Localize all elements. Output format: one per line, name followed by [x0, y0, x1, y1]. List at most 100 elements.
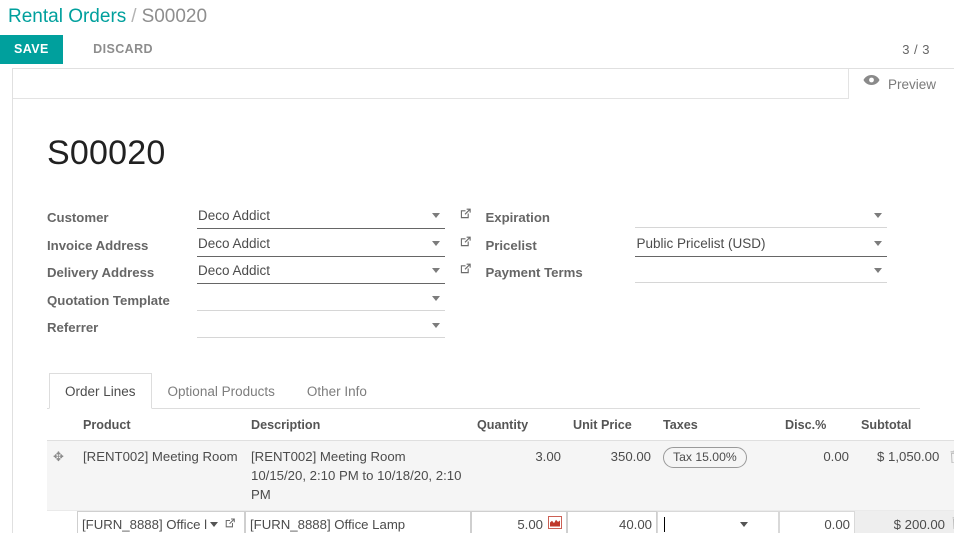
row-drag-handle-cell[interactable]: ✥ — [47, 440, 77, 511]
field-referrer: Referrer — [47, 315, 483, 343]
chevron-down-icon[interactable] — [874, 240, 883, 246]
field-payment-terms-label: Payment Terms — [485, 265, 583, 280]
breadcrumb-separator: / — [131, 6, 137, 27]
column-discount: Disc.% — [779, 408, 855, 441]
row-product-cell[interactable]: [FURN_8888] Office l — [77, 509, 245, 533]
chevron-down-icon[interactable] — [432, 323, 440, 328]
row-product-value: [FURN_8888] Office l — [82, 517, 208, 532]
external-link-icon[interactable] — [459, 207, 472, 225]
control-panel: SAVE DISCARD 3 / 3 — [0, 29, 954, 67]
tab-other-info[interactable]: Other Info — [291, 373, 383, 409]
row-taxes-input[interactable] — [657, 510, 779, 533]
field-payment-terms-input[interactable] — [635, 260, 888, 283]
chevron-down-icon[interactable] — [432, 268, 440, 273]
row-discount-value: 0.00 — [824, 517, 850, 532]
column-product: Product — [77, 408, 245, 441]
row-quantity-cell[interactable]: 5.00 — [471, 509, 567, 533]
external-link-icon[interactable] — [224, 515, 236, 533]
row-quantity[interactable]: 3.00 — [471, 440, 567, 511]
row-unit-price-cell[interactable]: 40.00 — [567, 509, 657, 533]
field-quotation-template-input[interactable] — [197, 288, 445, 311]
breadcrumb: Rental Orders / S00020 — [0, 0, 954, 29]
drag-handle-icon[interactable]: ✥ — [53, 447, 64, 466]
eye-icon — [863, 74, 880, 86]
chevron-down-icon[interactable] — [874, 268, 883, 273]
table-row[interactable]: ✥ [RENT002] Meeting Room [RENT002] Meeti… — [47, 440, 954, 511]
chevron-down-icon[interactable] — [210, 522, 219, 527]
row-taxes[interactable]: Tax 15.00% — [657, 440, 779, 511]
notebook-tabs: Order Lines Optional Products Other Info — [47, 372, 920, 409]
row-subtotal-cell: $ 1,050.00 — [855, 440, 954, 511]
save-button[interactable]: SAVE — [0, 35, 63, 64]
tab-order-lines[interactable]: Order Lines — [49, 372, 152, 409]
forecast-chart-icon[interactable] — [548, 515, 562, 533]
row-discount-cell[interactable]: 0.00 — [779, 509, 855, 533]
row-product-input[interactable]: [FURN_8888] Office l — [77, 510, 245, 533]
form-column-right: Expiration Pricelist Public Pricelist (U… — [483, 205, 920, 343]
row-description-input[interactable]: [FURN_8888] Office Lamp — [245, 510, 471, 533]
field-delivery-address-label: Delivery Address — [47, 265, 155, 280]
chevron-down-icon[interactable] — [432, 240, 440, 246]
field-delivery-address-input[interactable]: Deco Addict — [197, 260, 445, 284]
trash-icon[interactable] — [950, 449, 954, 468]
field-invoice-address-input[interactable]: Deco Addict — [197, 233, 445, 257]
row-quantity-value: 5.00 — [517, 517, 543, 532]
row-description-cell[interactable]: [FURN_8888] Office Lamp — [245, 509, 471, 533]
external-link-icon[interactable] — [459, 262, 472, 280]
column-quantity: Quantity — [471, 408, 567, 441]
field-customer: Customer Deco Addict — [47, 205, 483, 233]
notebook: Order Lines Optional Products Other Info… — [47, 372, 954, 533]
field-quotation-template-label: Quotation Template — [47, 292, 170, 308]
discard-button[interactable]: DISCARD — [81, 35, 165, 64]
field-quotation-template: Quotation Template — [47, 288, 483, 316]
field-customer-input[interactable]: Deco Addict — [197, 205, 445, 229]
breadcrumb-root-link[interactable]: Rental Orders — [8, 6, 126, 27]
chevron-down-icon[interactable] — [432, 213, 440, 218]
form-statusbar: Preview — [13, 69, 954, 99]
row-unit-price-value: 40.00 — [618, 517, 652, 532]
row-subtotal-readonly: $ 200.00 — [855, 510, 954, 533]
form-grid: Customer Deco Addict Invoice Address Dec… — [47, 205, 920, 343]
row-description-value: [FURN_8888] Office Lamp — [250, 517, 406, 532]
field-delivery-address: Delivery Address Deco Addict — [47, 260, 483, 288]
chevron-down-icon[interactable] — [740, 522, 748, 527]
column-unit-price: Unit Price — [567, 408, 657, 441]
row-description-line-1: [RENT002] Meeting Room — [251, 448, 406, 464]
row-taxes-cell[interactable] — [657, 509, 779, 533]
row-unit-price-input[interactable]: 40.00 — [567, 510, 657, 533]
column-subtotal: Subtotal — [855, 408, 954, 441]
table-header-row: Product Description Quantity Unit Price … — [47, 408, 954, 441]
tax-badge: Tax 15.00% — [663, 446, 747, 468]
row-discount[interactable]: 0.00 — [779, 440, 855, 511]
form-sheet: Preview S00020 Customer Deco Addict Invo… — [12, 68, 954, 533]
field-pricelist: Pricelist Public Pricelist (USD) — [485, 233, 920, 261]
field-payment-terms: Payment Terms — [485, 260, 920, 288]
row-unit-price[interactable]: 350.00 — [567, 440, 657, 511]
record-pager[interactable]: 3 / 3 — [902, 42, 930, 57]
odoo-rental-order-form: Rental Orders / S00020 SAVE DISCARD 3 / 3 … — [0, 0, 954, 533]
field-customer-label: Customer — [47, 210, 109, 225]
form-column-left: Customer Deco Addict Invoice Address Dec… — [47, 205, 483, 343]
table-row[interactable]: [FURN_8888] Office l [FURN_8888] Office … — [47, 509, 954, 533]
column-taxes: Taxes — [657, 408, 779, 441]
field-expiration: Expiration — [485, 205, 920, 233]
field-pricelist-label: Pricelist — [485, 237, 537, 253]
chevron-down-icon[interactable] — [432, 295, 440, 301]
field-pricelist-input[interactable]: Public Pricelist (USD) — [635, 233, 888, 257]
external-link-icon[interactable] — [459, 235, 472, 253]
preview-label: Preview — [887, 76, 936, 92]
row-product[interactable]: [RENT002] Meeting Room — [77, 440, 245, 511]
row-subtotal-cell: $ 200.00 — [855, 509, 954, 533]
page-title: S00020 — [47, 134, 166, 172]
tab-optional-products[interactable]: Optional Products — [152, 373, 291, 409]
row-subtotal: $ 1,050.00 — [876, 448, 940, 464]
row-quantity-input[interactable]: 5.00 — [471, 510, 567, 533]
preview-button[interactable]: Preview — [847, 69, 954, 99]
row-discount-input[interactable]: 0.00 — [779, 510, 855, 533]
field-expiration-input[interactable] — [635, 205, 888, 228]
field-invoice-address: Invoice Address Deco Addict — [47, 233, 483, 261]
field-referrer-input[interactable] — [197, 315, 445, 338]
row-drag-handle-cell — [47, 509, 77, 533]
row-description[interactable]: [RENT002] Meeting Room 10/15/20, 2:10 PM… — [245, 440, 471, 511]
chevron-down-icon[interactable] — [874, 213, 883, 218]
